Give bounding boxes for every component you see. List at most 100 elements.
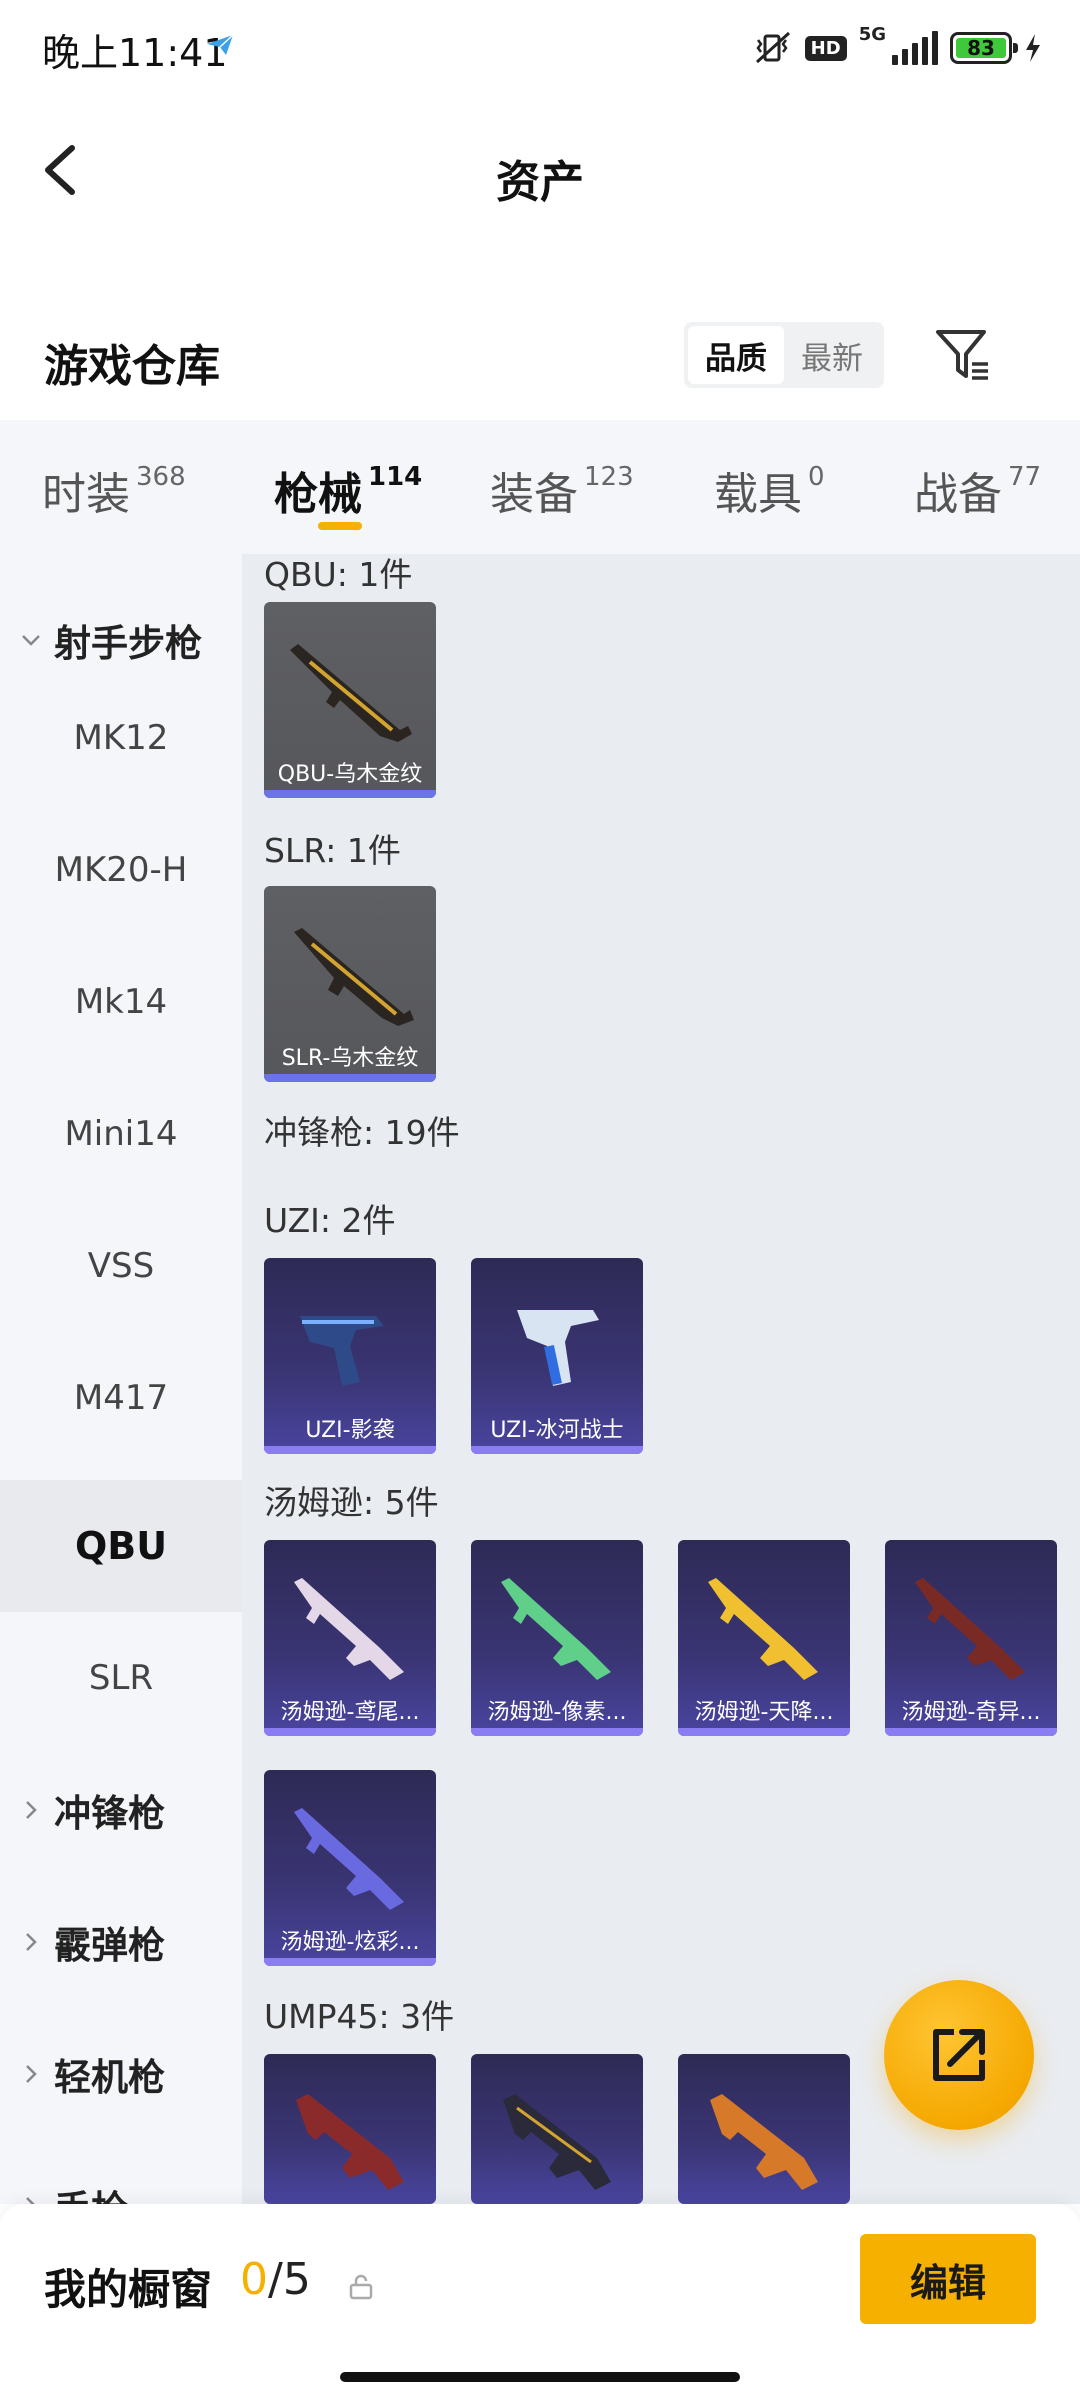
- sidebar-item-mk14[interactable]: Mk14: [0, 936, 242, 1068]
- smg-icon: [296, 2094, 404, 2190]
- rarity-bar: [471, 1446, 643, 1454]
- warehouse-header: 游戏仓库 品质 最新: [0, 300, 1080, 410]
- status-time: 晚上11:41: [42, 31, 228, 75]
- sidebar-group-label: 射手步枪: [54, 622, 202, 665]
- item-grid-panel: QBU: 1件 QBU-乌木金纹 SLR: 1件 SLR-乌木金纹 冲锋枪: 1…: [242, 554, 1080, 2204]
- item-card[interactable]: 汤姆逊-炫彩...: [264, 1770, 436, 1966]
- sidebar-item-m417[interactable]: M417: [0, 1332, 242, 1464]
- sidebar-item-slr[interactable]: SLR: [0, 1612, 242, 1744]
- item-name: UZI-影袭: [305, 1418, 395, 1443]
- showcase-bar: 我的橱窗 0/5 编辑: [0, 2204, 1080, 2400]
- showcase-separator: /: [268, 2254, 283, 2305]
- rifle-icon: [294, 928, 414, 1026]
- tab-equipment[interactable]: 装备 123: [490, 458, 634, 522]
- item-card[interactable]: 汤姆逊-奇异...: [885, 1540, 1057, 1736]
- tab-count: 77: [1008, 462, 1042, 492]
- smg-icon: [915, 1578, 1025, 1680]
- charging-icon: [1026, 34, 1040, 62]
- item-name: 汤姆逊-炫彩...: [280, 1930, 420, 1955]
- rifle-icon: [290, 644, 412, 742]
- rarity-bar: [885, 1728, 1057, 1736]
- item-card[interactable]: [471, 2054, 643, 2204]
- home-indicator[interactable]: [340, 2372, 740, 2382]
- item-name: 汤姆逊-天降...: [694, 1700, 834, 1725]
- sidebar-item-qbu[interactable]: QBU: [0, 1480, 242, 1612]
- page-title: 资产: [496, 157, 584, 208]
- sidebar-group-label: 霰弹枪: [54, 1924, 165, 1967]
- tab-label: 装备: [490, 469, 578, 520]
- smg-icon: [501, 1578, 611, 1680]
- sidebar-item-mk20h[interactable]: MK20-H: [0, 804, 242, 936]
- tab-label: 时装: [42, 469, 130, 520]
- rarity-bar: [264, 790, 436, 798]
- item-card[interactable]: 汤姆逊-像素...: [471, 1540, 643, 1736]
- smg-icon: [708, 1578, 818, 1680]
- smg-icon: [710, 2094, 818, 2190]
- sidebar-group-label: 手枪: [54, 2179, 128, 2204]
- chevron-right-icon: [26, 2065, 37, 2083]
- signal-icon: [892, 31, 938, 65]
- tab-vehicles[interactable]: 载具 0: [714, 458, 825, 522]
- tab-supplies[interactable]: 战备 77: [914, 458, 1041, 522]
- sort-quality-button[interactable]: 品质: [688, 326, 784, 384]
- sidebar-item-mk12[interactable]: MK12: [0, 672, 242, 804]
- chevron-right-icon: [26, 1801, 37, 1819]
- smg-icon: [294, 1578, 404, 1680]
- tab-firearms[interactable]: 枪械 114: [274, 458, 422, 522]
- item-card[interactable]: [678, 2054, 850, 2204]
- smg-icon: [300, 1316, 384, 1386]
- tab-count: 123: [584, 462, 634, 492]
- status-bar: 晚上11:41 HD 5G 83: [0, 0, 1080, 96]
- hd-badge: HD: [804, 35, 847, 61]
- battery-icon: 83: [950, 32, 1018, 64]
- item-name: QBU-乌木金纹: [277, 762, 423, 787]
- item-card[interactable]: 汤姆逊-鸢尾...: [264, 1540, 436, 1736]
- tab-label: 载具: [714, 469, 802, 520]
- sort-toggle: 品质 最新: [684, 322, 884, 388]
- item-card[interactable]: UZI-影袭: [264, 1258, 436, 1454]
- edit-button[interactable]: 编辑: [860, 2234, 1036, 2324]
- sidebar-group-smg[interactable]: 冲锋枪: [0, 1744, 242, 1876]
- rarity-bar: [264, 1446, 436, 1454]
- network-type: 5G: [858, 24, 886, 45]
- sort-newest-button[interactable]: 最新: [784, 326, 880, 384]
- sidebar-group-shotguns[interactable]: 霰弹枪: [0, 1876, 242, 2008]
- section-title-thompson: 汤姆逊: 5件: [264, 1483, 439, 1522]
- sidebar-item-vss[interactable]: VSS: [0, 1200, 242, 1332]
- share-external-icon: [933, 2029, 985, 2081]
- rarity-bar: [264, 1958, 436, 1966]
- paper-plane-icon: [207, 34, 234, 55]
- category-tabs: 时装 368 枪械 114 装备 123 载具 0 战备 77: [0, 420, 1080, 554]
- chevron-right-icon: [26, 1933, 37, 1951]
- status-icons: HD 5G 83: [753, 24, 1042, 72]
- section-title-ump45: UMP45: 3件: [264, 1997, 455, 2036]
- sidebar-item-mini14[interactable]: Mini14: [0, 1068, 242, 1200]
- active-tab-indicator: [318, 522, 362, 530]
- tab-outfits[interactable]: 时装 368: [42, 458, 186, 522]
- item-name: 汤姆逊-奇异...: [901, 1700, 1041, 1725]
- mute-vibrate-icon: [755, 31, 790, 64]
- sidebar-group-label: 冲锋枪: [54, 1792, 165, 1835]
- showcase-label: 我的橱窗: [44, 2265, 213, 2314]
- item-name: SLR-乌木金纹: [281, 1046, 419, 1071]
- showcase-current: 0: [240, 2254, 268, 2305]
- filter-icon[interactable]: [934, 326, 992, 384]
- tab-label: 枪械: [274, 469, 362, 520]
- section-title-slr: SLR: 1件: [264, 831, 401, 870]
- showcase-count: 0/5: [240, 2254, 311, 2305]
- item-card[interactable]: UZI-冰河战士: [471, 1258, 643, 1454]
- sidebar-group-lmg[interactable]: 轻机枪: [0, 2008, 242, 2140]
- showcase-max: 5: [282, 2254, 311, 2305]
- item-name: UZI-冰河战士: [490, 1418, 624, 1443]
- section-title-uzi: UZI: 2件: [264, 1201, 396, 1240]
- warehouse-title: 游戏仓库: [44, 341, 220, 392]
- sidebar-group-label: 轻机枪: [54, 2056, 165, 2099]
- sidebar-group-pistols[interactable]: 手枪: [0, 2140, 242, 2204]
- smg-icon: [517, 1310, 599, 1386]
- item-card[interactable]: 汤姆逊-天降...: [678, 1540, 850, 1736]
- item-card[interactable]: [264, 2054, 436, 2204]
- item-card[interactable]: SLR-乌木金纹: [264, 886, 436, 1082]
- rarity-bar: [471, 1728, 643, 1736]
- item-card[interactable]: QBU-乌木金纹: [264, 602, 436, 798]
- share-fab-button[interactable]: [884, 1980, 1034, 2130]
